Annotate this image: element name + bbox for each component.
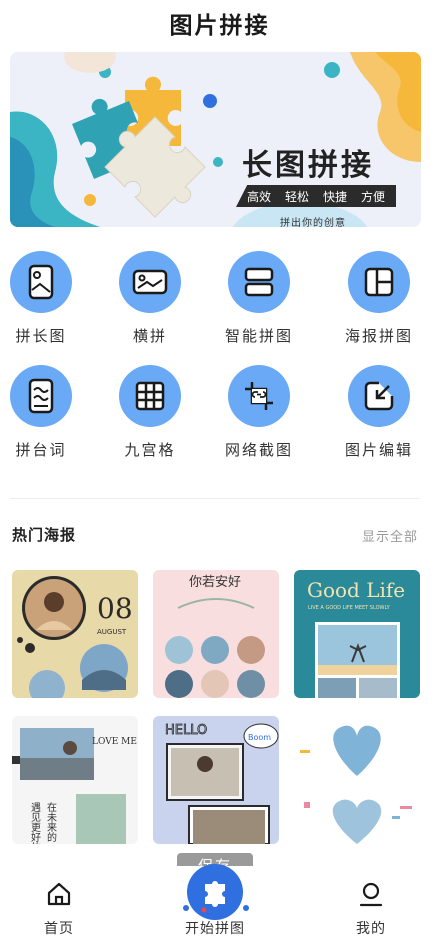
- poster-thumbnail: LOVE ME 在未来的 遇见更好的: [12, 716, 138, 844]
- tool-label: 九宫格: [124, 441, 176, 459]
- poster-text: LOVE ME: [92, 737, 137, 747]
- home-icon: [47, 882, 71, 906]
- image-edit-icon: [348, 365, 410, 427]
- tool-label: 横拼: [132, 327, 167, 345]
- horizontal-stitch-icon: [119, 251, 181, 313]
- nav-label: 开始拼图: [185, 921, 245, 937]
- poster-card[interactable]: Good Life LIVE A GOOD LIFE MEET SLOWLY: [294, 570, 420, 698]
- poster-card[interactable]: [294, 716, 420, 844]
- section-title: 热门海报: [12, 526, 77, 544]
- poster-text: LIVE A GOOD LIFE MEET SLOWLY: [308, 605, 391, 611]
- banner-subtitle: 拼出你的创意: [280, 218, 346, 227]
- nav-label: 首页: [44, 921, 74, 937]
- nine-grid-icon: [119, 365, 181, 427]
- banner-tags: 高效 轻松 快捷 方便: [236, 185, 396, 207]
- poster-card[interactable]: HELLO Boom: [153, 716, 279, 844]
- page-title: 图片拼接: [169, 13, 270, 39]
- poster-text: 遇见更好的: [29, 802, 41, 844]
- banner-tag: 高效: [246, 189, 271, 204]
- section-divider: [10, 498, 420, 499]
- poster-thumbnail: HELLO Boom: [153, 716, 279, 844]
- banner-tag: 轻松: [284, 189, 309, 204]
- poster-thumbnail: [294, 716, 420, 844]
- nav-label: 我的: [356, 921, 386, 937]
- profile-icon: [359, 882, 383, 907]
- title-bar: 图片拼接: [0, 0, 439, 46]
- tool-label: 拼长图: [15, 327, 67, 345]
- tool-web-screenshot[interactable]: 网络截图: [204, 365, 314, 460]
- poster-thumbnail: 08 AUGUST: [12, 570, 138, 698]
- poster-text: Good Life: [307, 578, 405, 602]
- tool-nine-grid[interactable]: 九宫格: [95, 365, 205, 460]
- poster-text: AUGUST: [97, 628, 127, 636]
- poster-text: 在未来的: [45, 802, 57, 843]
- subtitle-stitch-icon: [10, 365, 72, 427]
- tool-image-edit[interactable]: 图片编辑: [324, 365, 434, 460]
- fab-dots: [183, 905, 249, 913]
- tool-smart-collage[interactable]: 智能拼图: [204, 251, 314, 346]
- poster-card[interactable]: LOVE ME 在未来的 遇见更好的: [12, 716, 138, 844]
- tool-long-image[interactable]: 拼长图: [0, 251, 96, 346]
- poster-thumbnail: Good Life LIVE A GOOD LIFE MEET SLOWLY: [294, 570, 420, 698]
- show-all-link[interactable]: 显示全部: [362, 526, 418, 545]
- long-image-icon: [10, 251, 72, 313]
- tool-subtitle-stitch[interactable]: 拼台词: [0, 365, 96, 460]
- poster-text: 你若安好: [189, 574, 241, 590]
- poster-card[interactable]: 你若安好: [153, 570, 279, 698]
- poster-text: Boom: [248, 733, 271, 742]
- poster-text: HELLO: [165, 723, 207, 738]
- banner-tag: 快捷: [322, 189, 347, 204]
- nav-mine[interactable]: 我的: [326, 880, 416, 938]
- poster-card[interactable]: 08 AUGUST: [12, 570, 138, 698]
- tool-label: 图片编辑: [344, 441, 413, 459]
- nav-start-collage[interactable]: 开始拼图: [170, 918, 260, 938]
- tool-label: 拼台词: [15, 441, 67, 459]
- tool-horizontal-stitch[interactable]: 横拼: [95, 251, 205, 346]
- banner-title: 长图拼接: [242, 148, 374, 183]
- poster-thumbnail: 你若安好: [153, 570, 279, 698]
- tool-label: 海报拼图: [344, 327, 413, 345]
- promo-banner[interactable]: 长图拼接 高效 轻松 快捷 方便 拼出你的创意: [10, 52, 421, 227]
- nav-home[interactable]: 首页: [14, 880, 104, 938]
- poster-text: 08: [97, 592, 133, 625]
- web-screenshot-icon: [228, 365, 290, 427]
- banner-tag: 方便: [360, 189, 385, 204]
- tool-label: 网络截图: [224, 441, 293, 459]
- tool-poster-collage[interactable]: 海报拼图: [324, 251, 434, 346]
- tool-label: 智能拼图: [224, 327, 293, 345]
- poster-collage-icon: [348, 251, 410, 313]
- smart-collage-icon: [228, 251, 290, 313]
- hot-posters-header: 热门海报 显示全部: [12, 524, 418, 548]
